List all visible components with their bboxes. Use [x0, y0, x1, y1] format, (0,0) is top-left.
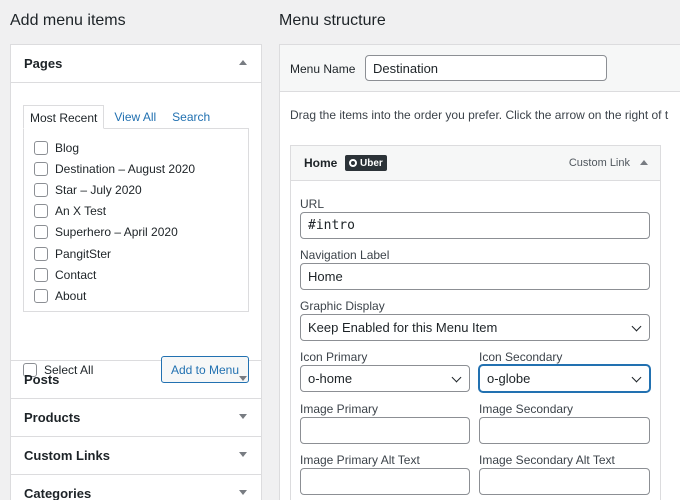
checkbox[interactable] [34, 267, 48, 282]
section-label: Categories [24, 486, 92, 500]
page-label: Superhero – April 2020 [55, 225, 178, 240]
section-label: Custom Links [24, 448, 110, 463]
collapse-arrow-icon[interactable] [640, 160, 648, 165]
graphic-display-label: Graphic Display [300, 299, 385, 313]
menu-header: Menu Name Destination [280, 45, 680, 92]
navigation-label-label: Navigation Label [300, 248, 390, 262]
expand-arrow-icon[interactable] [239, 452, 247, 457]
checkbox[interactable] [34, 140, 48, 155]
list-item[interactable]: PangitSter [34, 243, 238, 264]
icon-secondary-label: Icon Secondary [479, 350, 563, 364]
pages-checklist: Blog Destination – August 2020 Star – Ju… [23, 128, 249, 312]
chevron-down-icon [631, 372, 642, 383]
add-menu-items-panel: Pages Most Recent View All Search Blog D… [10, 44, 262, 500]
menu-name-input[interactable]: Destination [365, 55, 607, 81]
pages-heading: Pages [24, 56, 63, 71]
image-secondary-input[interactable] [479, 417, 650, 444]
page-label: Blog [55, 140, 80, 155]
add-menu-items-title: Add menu items [10, 12, 126, 29]
image-primary-alt-label: Image Primary Alt Text [300, 453, 420, 467]
pages-section-header[interactable]: Pages [11, 45, 261, 83]
tab-most-recent[interactable]: Most Recent [23, 105, 105, 129]
products-section-header[interactable]: Products [11, 399, 261, 437]
section-label: Products [24, 410, 81, 425]
icon-primary-value: o-home [308, 371, 353, 386]
image-secondary-alt-input[interactable] [479, 468, 650, 495]
image-primary-label: Image Primary [300, 402, 379, 416]
icon-secondary-value: o-globe [487, 371, 531, 386]
menu-structure-title: Menu structure [279, 12, 386, 29]
menu-item-type: Custom Link [568, 157, 630, 169]
menu-item-bar[interactable]: Home Uber Custom Link [291, 146, 660, 181]
list-item[interactable]: Destination – August 2020 [34, 158, 238, 179]
list-item[interactable]: About [34, 285, 238, 306]
pages-tabs: Most Recent View All Search [23, 105, 249, 129]
icon-primary-label: Icon Primary [300, 350, 368, 364]
uber-badge[interactable]: Uber [345, 155, 387, 171]
list-item[interactable]: Contact [34, 264, 238, 285]
collapse-arrow-icon[interactable] [239, 60, 247, 65]
custom-links-section-header[interactable]: Custom Links [11, 437, 261, 475]
posts-section-header[interactable]: Posts [11, 361, 261, 399]
list-item[interactable]: Star – July 2020 [34, 179, 238, 200]
checkbox[interactable] [34, 204, 48, 219]
accordion: Pages Most Recent View All Search Blog D… [10, 44, 262, 500]
graphic-display-value: Keep Enabled for this Menu Item [308, 320, 498, 335]
gear-icon [349, 159, 357, 167]
chevron-down-icon [451, 372, 462, 383]
checkbox[interactable] [34, 182, 48, 197]
expand-arrow-icon[interactable] [239, 490, 247, 495]
menu-structure-panel: Menu Name Destination Drag the items int… [279, 44, 680, 500]
url-label: URL [300, 197, 325, 211]
drag-instructions: Drag the items into the order you prefer… [290, 108, 669, 122]
image-primary-input[interactable] [300, 417, 470, 444]
icon-secondary-select[interactable]: o-globe [479, 365, 650, 392]
url-input[interactable]: #intro [300, 212, 650, 239]
tab-search[interactable]: Search [166, 105, 216, 129]
list-item[interactable]: Blog [34, 137, 238, 158]
tab-view-all[interactable]: View All [108, 105, 162, 129]
expand-arrow-icon[interactable] [239, 414, 247, 419]
checkbox[interactable] [34, 246, 48, 261]
categories-section-header[interactable]: Categories [11, 475, 261, 500]
uber-badge-label: Uber [360, 157, 383, 169]
chevron-down-icon [631, 321, 642, 332]
graphic-display-select[interactable]: Keep Enabled for this Menu Item [300, 314, 650, 341]
section-label: Posts [24, 372, 60, 387]
menu-item-title: Home [304, 156, 338, 170]
list-item[interactable]: Superhero – April 2020 [34, 222, 238, 243]
icon-primary-select[interactable]: o-home [300, 365, 470, 392]
image-secondary-label: Image Secondary [479, 402, 574, 416]
checkbox[interactable] [34, 161, 48, 176]
pages-section-body: Most Recent View All Search Blog Destina… [11, 83, 261, 383]
page-label: About [55, 288, 87, 303]
page-label: PangitSter [55, 246, 112, 261]
page-label: Destination – August 2020 [55, 161, 196, 176]
page-label: Contact [55, 267, 97, 282]
image-secondary-alt-label: Image Secondary Alt Text [479, 453, 615, 467]
image-primary-alt-input[interactable] [300, 468, 470, 495]
menu-name-label: Menu Name [290, 62, 356, 76]
list-item[interactable]: An X Test [34, 201, 238, 222]
menu-item-home: Home Uber Custom Link URL #intro Navigat… [290, 145, 661, 500]
navigation-label-input[interactable]: Home [300, 263, 650, 290]
checkbox[interactable] [34, 225, 48, 240]
page-label: An X Test [55, 204, 107, 219]
page-label: Star – July 2020 [55, 182, 142, 197]
checkbox[interactable] [34, 288, 48, 303]
expand-arrow-icon[interactable] [239, 376, 247, 381]
